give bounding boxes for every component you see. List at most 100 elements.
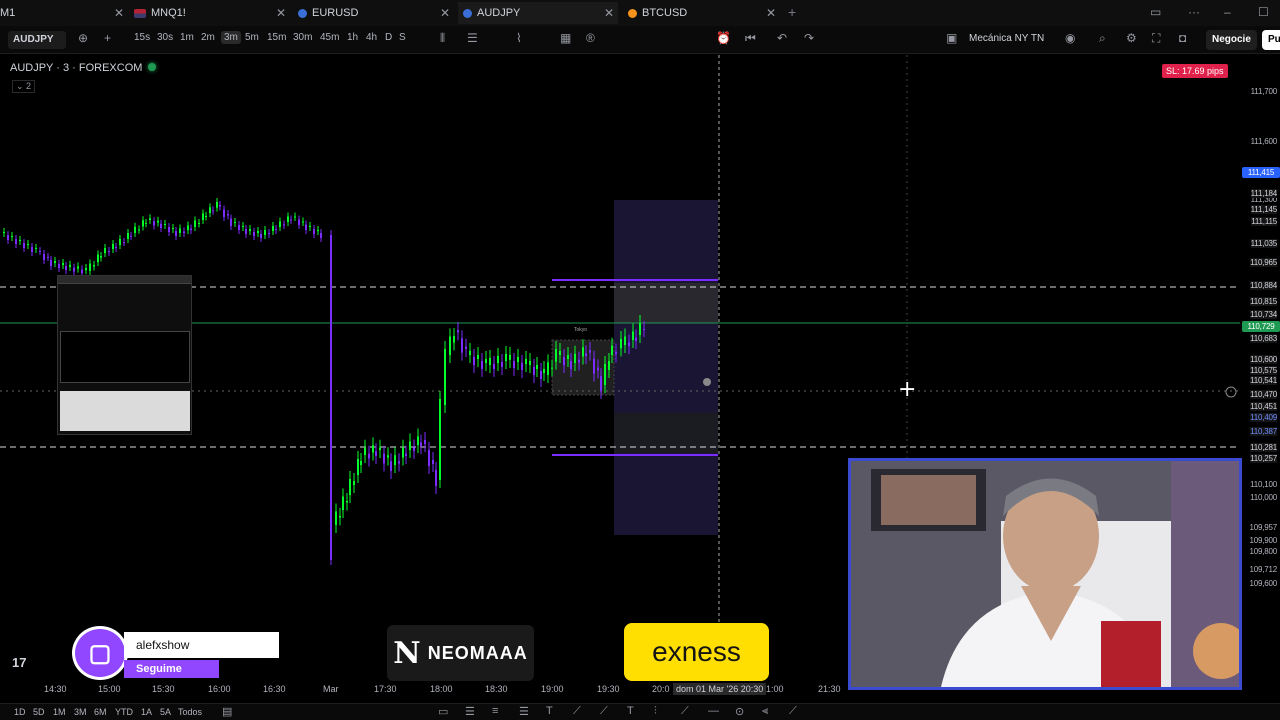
drawing-tool-icon[interactable]: ⟋ (600, 705, 608, 718)
candle-body (413, 447, 415, 451)
calendar-icon[interactable]: ▤ (222, 705, 232, 718)
price-label: 110,965 (1250, 258, 1277, 267)
candle-body (497, 356, 499, 363)
maximize-icon[interactable]: ☐ (1258, 5, 1269, 19)
bar-replay-icon[interactable]: ⫴ (440, 31, 445, 46)
candle-body (100, 256, 102, 258)
price-scale[interactable]: 111,700 111,600 111,415 111,300 111,184 111,1… (1240, 55, 1280, 680)
indicators-icon[interactable]: ⌇ (516, 31, 522, 45)
minimize-icon[interactable]: – (1224, 5, 1231, 19)
range-3m[interactable]: 3M (74, 707, 87, 717)
range-5d[interactable]: 5D (33, 707, 45, 717)
tab-mnq[interactable]: MNQ1! ✕ (134, 2, 286, 24)
close-icon[interactable]: ✕ (114, 6, 124, 20)
price-label: 110,541 (1250, 376, 1277, 385)
fullscreen-icon[interactable]: ⛶ (1152, 31, 1160, 46)
range-bar: 1D 5D 1M 3M 6M YTD 1A 5A Todos ▤ ▭ ☰ ≡ ☰ T ⟋ ⟋ T ⫶ ⟋ — ⊙ ⫷ ⟋ (0, 703, 1280, 720)
chart-type-icon[interactable]: ☰ (467, 31, 478, 45)
tab-m1[interactable]: M1 ✕ (0, 2, 124, 24)
candle-body (604, 364, 606, 385)
layout-grid-icon[interactable]: ▦ (560, 31, 571, 45)
symbol-search[interactable]: AUDJPY (8, 31, 66, 49)
timeframe-15s[interactable]: 15s (134, 32, 150, 43)
drawing-tool-icon[interactable]: T (546, 705, 553, 717)
undo-icon[interactable]: ↶ (777, 31, 787, 45)
close-icon[interactable]: ✕ (604, 6, 614, 20)
close-icon[interactable]: ✕ (276, 6, 286, 20)
add-symbol-icon[interactable]: + (104, 31, 111, 45)
price-label: 110,409 (1250, 413, 1277, 422)
drawing-tool-icon[interactable]: T (627, 705, 634, 717)
timeframe-1h[interactable]: 1h (347, 32, 358, 43)
price-label: 109,800 (1249, 547, 1277, 556)
drawing-tool-icon[interactable]: ≡ (492, 705, 498, 717)
time-label: 20:0 (652, 684, 670, 694)
candle-body (330, 235, 332, 560)
indicator-count[interactable]: ⌄ 2 (12, 80, 36, 93)
range-todos[interactable]: Todos (178, 707, 202, 717)
timeframe-5m[interactable]: 5m (245, 32, 259, 43)
alert-icon[interactable]: ® (586, 31, 595, 45)
candle-body (50, 260, 52, 266)
timeframe-15m[interactable]: 15m (267, 32, 286, 43)
tab-btcusd[interactable]: BTCUSD ✕ (624, 2, 778, 24)
redo-icon[interactable]: ↷ (804, 31, 814, 45)
timeframe-s[interactable]: S (399, 32, 406, 43)
timeframe-d[interactable]: D (385, 32, 392, 43)
candle-body (643, 329, 645, 330)
timeframe-30s[interactable]: 30s (157, 32, 173, 43)
close-icon[interactable]: ✕ (440, 6, 450, 20)
timeframe-1m[interactable]: 1m (180, 32, 194, 43)
range-ytd[interactable]: YTD (115, 707, 133, 717)
layout-icon[interactable]: ▭ (1150, 5, 1161, 19)
timeframe-30m[interactable]: 30m (293, 32, 312, 43)
drawing-tool-icon[interactable]: ☰ (519, 705, 529, 718)
candle-body (127, 233, 129, 239)
search-icon[interactable]: ⌕ (1099, 31, 1106, 46)
drawing-tool-icon[interactable]: — (708, 705, 719, 717)
compare-icon[interactable]: ⊕ (78, 31, 88, 45)
range-6m[interactable]: 6M (94, 707, 107, 717)
alert-clock-icon[interactable]: ⏰ (716, 31, 731, 45)
settings-toggle-icon[interactable]: ◉ (1065, 31, 1075, 45)
stop-loss-badge: SL: 17.69 pips (1162, 64, 1228, 78)
tab-audjpy[interactable]: AUDJPY ✕ (458, 2, 618, 24)
range-1d[interactable]: 1D (14, 707, 26, 717)
drawing-tool-icon[interactable]: ⫷ (762, 705, 768, 718)
time-label: 18:30 (485, 684, 508, 694)
range-1a[interactable]: 1A (141, 707, 152, 717)
drawing-tool-icon[interactable]: ⫶ (654, 705, 657, 718)
drawing-tool-icon[interactable]: ▭ (438, 705, 448, 718)
camera-icon[interactable]: ◘ (1179, 31, 1186, 45)
trade-button[interactable]: Negocie (1206, 30, 1257, 50)
price-label: 111,415 (1242, 167, 1280, 178)
timeframe-2m[interactable]: 2m (201, 32, 215, 43)
timeframe-4h[interactable]: 4h (366, 32, 377, 43)
candle-body (283, 224, 285, 226)
tab-eurusd[interactable]: EURUSD ✕ (298, 2, 450, 24)
candle-body (543, 369, 545, 373)
candle-body (149, 218, 151, 220)
replay-icon[interactable]: ⏮ (745, 31, 756, 46)
range-5a[interactable]: 5A (160, 707, 171, 717)
candle-body (305, 224, 307, 230)
drawing-tool-icon[interactable]: ⟋ (789, 705, 797, 718)
range-1m[interactable]: 1M (53, 707, 66, 717)
candle-body (473, 357, 475, 365)
candle-body (428, 450, 430, 466)
gear-icon[interactable]: ⚙ (1126, 31, 1137, 45)
close-icon[interactable]: ✕ (766, 6, 776, 20)
drawing-tool-icon[interactable]: ⟋ (681, 705, 689, 718)
drawing-tool-icon[interactable]: ☰ (465, 705, 475, 718)
timeframe-3m[interactable]: 3m (221, 31, 241, 44)
candle-body (521, 363, 523, 370)
timeframe-45m[interactable]: 45m (320, 32, 339, 43)
template-name[interactable]: Mecánica NY TN (969, 33, 1044, 44)
chart-legend: AUDJPY · 3 · FOREXCOM (10, 62, 157, 74)
new-tab-icon[interactable]: + (788, 4, 796, 20)
more-icon[interactable]: ··· (1188, 5, 1200, 19)
candle-body (81, 269, 83, 274)
drawing-tool-icon[interactable]: ⟋ (573, 705, 581, 718)
drawing-tool-icon[interactable]: ⊙ (735, 705, 744, 718)
publish-button[interactable]: Pu (1262, 30, 1280, 50)
